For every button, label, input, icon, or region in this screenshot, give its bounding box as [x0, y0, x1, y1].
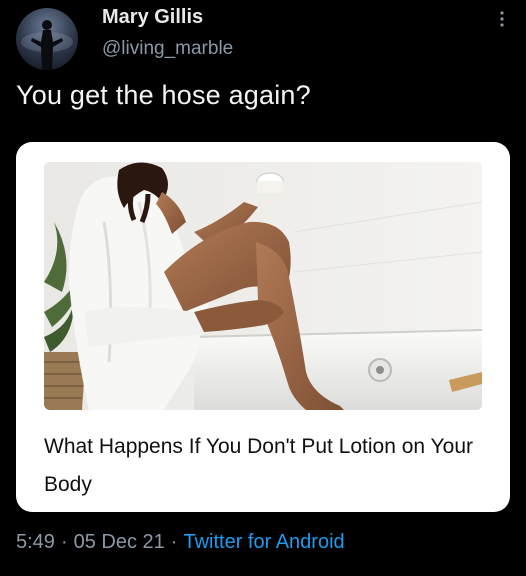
author-display-name[interactable]: Mary Gillis	[102, 6, 203, 29]
card-image[interactable]	[44, 162, 482, 410]
tweet-date[interactable]: 05 Dec 21	[74, 531, 165, 553]
author-handle[interactable]: @living_marble	[102, 38, 233, 60]
lotion-photo	[44, 162, 482, 410]
meta-separator-2: ·	[170, 531, 178, 553]
link-card[interactable]: What Happens If You Don't Put Lotion on …	[16, 142, 510, 512]
avatar[interactable]	[16, 8, 78, 70]
card-title[interactable]: What Happens If You Don't Put Lotion on …	[44, 428, 484, 504]
tweet-time[interactable]: 5:49	[16, 531, 55, 553]
meta-separator: ·	[60, 531, 68, 553]
tweet-source-link[interactable]: Twitter for Android	[183, 531, 344, 553]
avatar-silhouette-icon	[21, 20, 73, 70]
tweet-text: You get the hose again?	[16, 80, 311, 110]
tweet-meta: 5:49 · 05 Dec 21 · Twitter for Android	[16, 531, 345, 554]
more-options-icon[interactable]	[498, 10, 506, 30]
